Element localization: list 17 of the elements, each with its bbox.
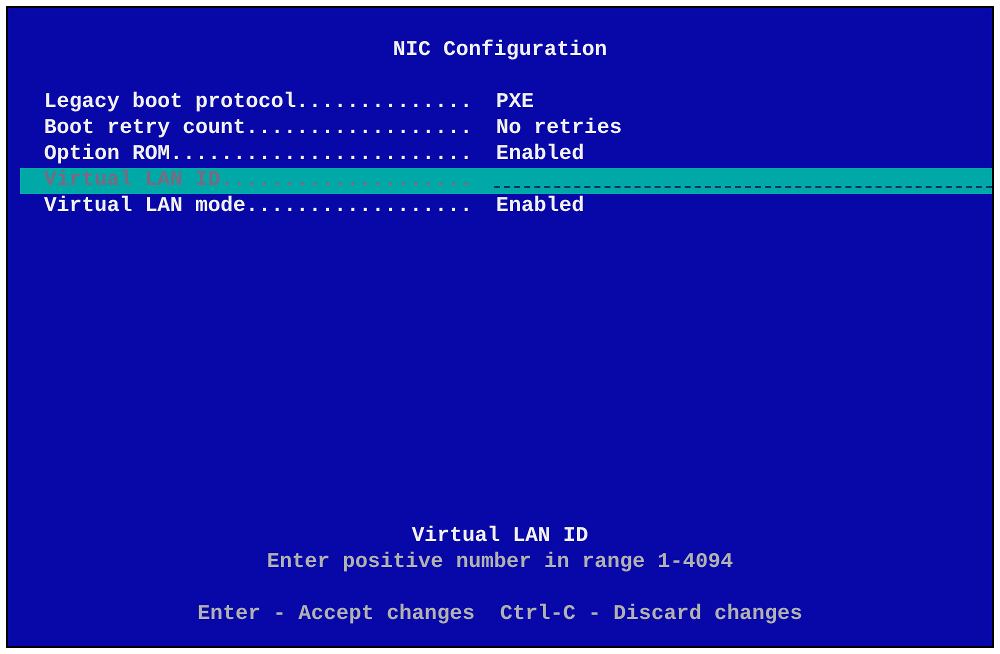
setting-value[interactable]: Enabled [496,142,584,168]
setting-row[interactable]: Virtual LAN mode.................. Enabled [20,194,992,220]
setting-value[interactable]: PXE [496,90,534,116]
setting-row[interactable]: Option ROM........................ Enabled [20,142,992,168]
setting-value[interactable]: Enabled [496,194,584,220]
setting-label: Boot retry count.................. [44,116,474,142]
setting-row[interactable]: Boot retry count.................. No retries [20,116,992,142]
help-title: Virtual LAN ID [412,524,588,550]
screen-title: NIC Configuration [392,38,608,64]
key-hints: Enter - Accept changes Ctrl-C - Discard changes [198,602,802,628]
help-text: Enter positive number in range 1-4094 [266,550,734,576]
setting-row[interactable]: Legacy boot protocol.............. PXE [20,90,992,116]
setting-value[interactable]: No retries [496,116,622,142]
setting-label: Legacy boot protocol.............. [44,90,474,116]
setting-label: Virtual LAN mode.................. [44,194,474,220]
setting-label: Option ROM........................ [44,142,474,168]
setting-label: Virtual LAN ID.................... [44,168,474,194]
